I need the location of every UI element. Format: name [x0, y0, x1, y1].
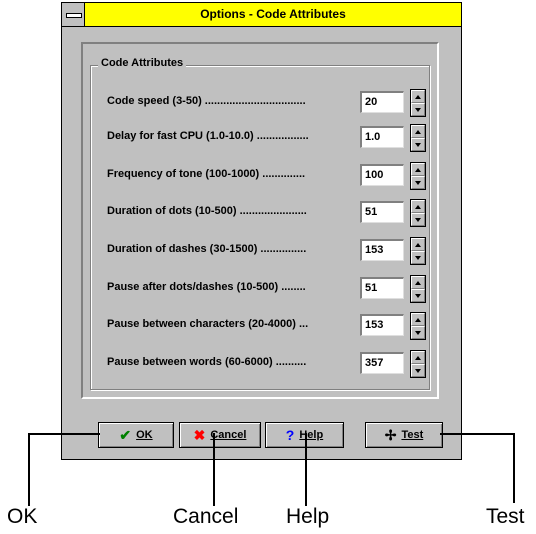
delay-fast-cpu-input[interactable]: 1.0 — [360, 126, 404, 148]
setting-label: Frequency of tone (100-1000) ...........… — [107, 168, 306, 180]
code-speed-input[interactable]: 20 — [360, 91, 404, 113]
cancel-callout-label: Cancel — [173, 505, 239, 528]
spin-down-button[interactable] — [411, 326, 425, 339]
arrow-down-icon — [415, 294, 421, 298]
x-icon: ✖ — [193, 427, 206, 443]
test-callout-label: Test — [486, 505, 525, 528]
setting-row-pause-after-dots-dashes: Pause after dots/dashes (10-500) .......… — [62, 275, 461, 303]
duration-of-dashes-input[interactable]: 153 — [360, 239, 404, 261]
spin-up-button[interactable] — [411, 163, 425, 176]
spin-up-button[interactable] — [411, 125, 425, 138]
setting-row-duration-of-dots: Duration of dots (10-500) ..............… — [62, 199, 461, 227]
spin-down-button[interactable] — [411, 176, 425, 189]
frequency-of-tone-spinner — [410, 162, 426, 190]
arrow-up-icon — [415, 318, 421, 322]
setting-row-code-speed: Code speed (3-50) ......................… — [62, 89, 461, 117]
arrow-down-icon — [415, 108, 421, 112]
window-title: Options - Code Attributes — [200, 7, 346, 21]
setting-label: Duration of dashes (30-1500) ...........… — [107, 243, 307, 255]
question-icon: ? — [285, 427, 295, 443]
spin-up-button[interactable] — [411, 238, 425, 251]
duration-of-dots-spinner — [410, 199, 426, 227]
ok-button-label: OK — [136, 429, 153, 441]
arrow-up-icon — [415, 356, 421, 360]
system-menu-button[interactable] — [62, 3, 85, 26]
arrow-up-icon — [415, 243, 421, 247]
pause-between-characters-input[interactable]: 153 — [360, 314, 404, 336]
setting-row-pause-between-words: Pause between words (60-6000) ..........… — [62, 350, 461, 378]
setting-label: Pause after dots/dashes (10-500) .......… — [107, 281, 306, 293]
cancel-button-label: Cancel — [210, 429, 247, 441]
arrow-up-icon — [415, 281, 421, 285]
spin-up-button[interactable] — [411, 351, 425, 364]
arrow-up-icon — [415, 95, 421, 99]
pause-between-words-input[interactable]: 357 — [360, 352, 404, 374]
spin-down-button[interactable] — [411, 364, 425, 377]
setting-row-duration-of-dashes: Duration of dashes (30-1500) ...........… — [62, 237, 461, 265]
frequency-of-tone-input[interactable]: 100 — [360, 164, 404, 186]
spin-down-button[interactable] — [411, 138, 425, 151]
arrow-down-icon — [415, 143, 421, 147]
duration-of-dots-input[interactable]: 51 — [360, 201, 404, 223]
test-callout-line-v — [513, 433, 515, 503]
cancel-button[interactable]: ✖ Cancel — [179, 422, 261, 448]
system-menu-icon — [66, 13, 82, 18]
code-speed-spinner — [410, 89, 426, 117]
title-bar[interactable]: Options - Code Attributes — [62, 3, 461, 27]
pause-between-characters-spinner — [410, 312, 426, 340]
spin-up-button[interactable] — [411, 276, 425, 289]
pause-after-dots-dashes-spinner — [410, 275, 426, 303]
arrow-up-icon — [415, 130, 421, 134]
spin-up-button[interactable] — [411, 90, 425, 103]
setting-label: Delay for fast CPU (1.0-10.0) ..........… — [107, 130, 309, 142]
spin-down-button[interactable] — [411, 103, 425, 116]
ok-callout-line-h — [28, 433, 100, 435]
arrow-down-icon — [415, 369, 421, 373]
pause-after-dots-dashes-input[interactable]: 51 — [360, 277, 404, 299]
setting-label: Code speed (3-50) ......................… — [107, 95, 306, 107]
test-callout-line-h — [440, 433, 515, 435]
spin-up-button[interactable] — [411, 313, 425, 326]
spin-down-button[interactable] — [411, 213, 425, 226]
spin-up-button[interactable] — [411, 200, 425, 213]
arrow-up-icon — [415, 168, 421, 172]
arrow-up-icon — [415, 205, 421, 209]
test-button[interactable]: ✢ Test — [365, 422, 443, 448]
setting-label: Pause between characters (20-4000) ... — [107, 318, 309, 330]
arrow-down-icon — [415, 218, 421, 222]
cancel-callout-line — [213, 433, 215, 506]
delay-fast-cpu-spinner — [410, 124, 426, 152]
ok-callout-line-v — [28, 433, 30, 506]
arrow-down-icon — [415, 181, 421, 185]
pause-between-words-spinner — [410, 350, 426, 378]
arrow-down-icon — [415, 256, 421, 260]
test-icon: ✢ — [384, 427, 397, 443]
setting-row-frequency-of-tone: Frequency of tone (100-1000) ...........… — [62, 162, 461, 190]
arrow-down-icon — [415, 331, 421, 335]
ok-button[interactable]: ✔ OK — [98, 422, 174, 448]
spin-down-button[interactable] — [411, 251, 425, 264]
checkmark-icon: ✔ — [119, 427, 132, 443]
help-button-label: Help — [299, 429, 324, 441]
ok-callout-label: OK — [7, 505, 38, 528]
setting-label: Pause between words (60-6000) .......... — [107, 356, 307, 368]
help-callout-line — [305, 433, 307, 506]
setting-label: Duration of dots (10-500) ..............… — [107, 205, 307, 217]
setting-row-pause-between-characters: Pause between characters (20-4000) ... 1… — [62, 312, 461, 340]
test-button-label: Test — [401, 429, 424, 441]
duration-of-dashes-spinner — [410, 237, 426, 265]
group-label: Code Attributes — [98, 57, 187, 69]
help-callout-label: Help — [286, 505, 330, 528]
spin-down-button[interactable] — [411, 289, 425, 302]
setting-row-delay-fast-cpu: Delay for fast CPU (1.0-10.0) ..........… — [62, 124, 461, 152]
options-dialog: Options - Code Attributes Code Attribute… — [61, 2, 462, 460]
